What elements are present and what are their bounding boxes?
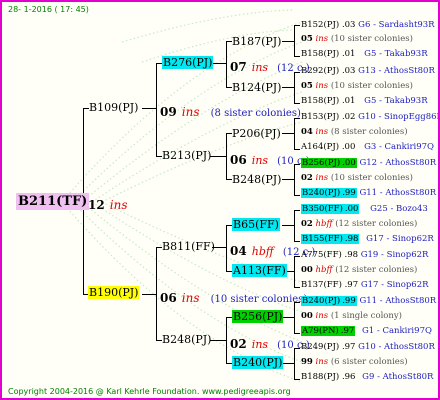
g3-d2-generation: 99 ins (6 sister colonies) xyxy=(301,357,408,367)
root-gen-number: 12 xyxy=(88,198,105,212)
g2-b-generation: 06 ins (10 c.) xyxy=(230,149,310,168)
g4-entry[interactable]: A164(PJ) .00 G3 - Cankiri97Q xyxy=(301,142,434,152)
pedigree-frame: 28- 1-2016 ( 17: 45) B211(TF) 12 ins B10… xyxy=(0,0,440,400)
g2-b-gen-number: 06 xyxy=(230,153,247,167)
g1-top-gen-ins: ins xyxy=(181,105,200,119)
g3-a1-generation: 05 ins (10 sister colonies) xyxy=(301,34,413,44)
g4-entry[interactable]: B158(PJ) .01 G5 - Takab93R xyxy=(301,96,428,106)
g3-c1-generation: 02 hbff (12 sister colonies) xyxy=(301,219,418,229)
g4-entry[interactable]: B158(PJ) .01 G5 - Takab93R xyxy=(301,49,428,59)
g4-entry[interactable]: B240(PJ) .99 G11 - AthosSt80R xyxy=(301,296,436,306)
g4-entry[interactable]: B256(PJ) .00 G12 - AthosSt80R xyxy=(301,158,436,168)
g3-a2-queen[interactable]: B124(PJ) xyxy=(232,81,281,94)
g3-b1-queen[interactable]: P206(PJ) xyxy=(232,127,281,140)
g2-d-gen-ins: ins xyxy=(251,338,269,351)
g1-top-sisters: (8 sister colonies) xyxy=(210,108,301,119)
g3-a1-queen[interactable]: B187(PJ) xyxy=(232,35,281,48)
g1-bottom-gen-number: 06 xyxy=(160,291,177,305)
g3-d1-queen[interactable]: B256(PJ) xyxy=(232,310,284,323)
g3-a2-generation: 05 ins (10 sister colonies) xyxy=(301,81,413,91)
g2-a-generation: 07 ins (12 c.) xyxy=(230,56,310,75)
g2-c-gen-ins: hbff xyxy=(251,245,274,258)
g1-top-generation: 09 ins (8 sister colonies) xyxy=(160,101,301,120)
g4-entry[interactable]: B153(PJ) .02 G10 - SinopEgg86R xyxy=(301,112,438,122)
g3-b2-generation: 02 ins (10 sister colonies) xyxy=(301,173,413,183)
print-date: 28- 1-2016 ( 17: 45) xyxy=(8,5,89,14)
g2-c-queen[interactable]: B811(FF) xyxy=(162,240,215,253)
root-gen-ins: ins xyxy=(109,198,128,212)
g4-entry[interactable]: B152(PJ) .03 G6 - Sardasht93R xyxy=(301,20,435,30)
g1-top-queen[interactable]: B109(PJ) xyxy=(89,101,138,114)
g2-a-gen-ins: ins xyxy=(251,61,269,74)
g1-bottom-generation: 06 ins (10 sister colonies) xyxy=(160,287,307,306)
g3-c2-generation: 00 hbff (12 sister colonies) xyxy=(301,265,418,275)
g1-top-gen-number: 09 xyxy=(160,105,177,119)
g2-b-queen[interactable]: B213(PJ) xyxy=(162,149,211,162)
g3-d1-generation: 00 ins (1 single colony) xyxy=(301,311,402,321)
g2-d-queen[interactable]: B248(PJ) xyxy=(162,333,211,346)
g1-bottom-sisters: (10 sister colonies) xyxy=(210,294,308,305)
g1-bottom-queen[interactable]: B190(PJ) xyxy=(88,286,140,299)
g4-entry[interactable]: A79(PN) .97 G1 - Cankiri97Q xyxy=(301,326,432,336)
g4-entry[interactable]: B188(PJ) .96 G9 - AthosSt80R xyxy=(301,372,433,382)
g3-b2-queen[interactable]: B248(PJ) xyxy=(232,173,281,186)
root-generation: 12 ins xyxy=(88,194,128,213)
g2-a-queen[interactable]: B276(PJ) xyxy=(162,56,214,69)
g4-entry[interactable]: B249(PJ) .97 G10 - AthosSt80R xyxy=(301,342,435,352)
g2-d-generation: 02 ins (10 c.) xyxy=(230,333,310,352)
g2-a-gen-number: 07 xyxy=(230,60,247,74)
g3-d2-queen[interactable]: B240(PJ) xyxy=(232,356,284,369)
g4-entry[interactable]: B240(PJ) .99 G11 - AthosSt80R xyxy=(301,188,436,198)
g2-b-gen-ins: ins xyxy=(251,154,269,167)
g4-entry[interactable]: B292(PJ) .03 G13 - AthosSt80R xyxy=(301,66,435,76)
g2-d-gen-number: 02 xyxy=(230,337,247,351)
root-queen[interactable]: B211(TF) xyxy=(16,193,90,210)
g3-c1-queen[interactable]: B65(FF) xyxy=(232,218,280,231)
g4-entry[interactable]: B155(FF) .98 G17 - Sinop62R xyxy=(301,234,434,244)
g3-c2-queen[interactable]: A113(FF) xyxy=(232,264,287,277)
g2-c-gen-number: 04 xyxy=(230,244,247,258)
copyright-footer: Copyright 2004-2016 @ Karl Kehrle Founda… xyxy=(8,387,291,396)
g3-b1-generation: 04 ins (8 sister colonies) xyxy=(301,127,408,137)
g4-entry[interactable]: B137(FF) .97 G17 - Sinop62R xyxy=(301,280,429,290)
g4-entry[interactable]: B350(FF) .00 G25 - Bozo43 xyxy=(301,204,428,214)
g4-entry[interactable]: A775(FF) .98 G19 - Sinop62R xyxy=(301,250,428,260)
g1-bottom-gen-ins: ins xyxy=(181,291,200,305)
